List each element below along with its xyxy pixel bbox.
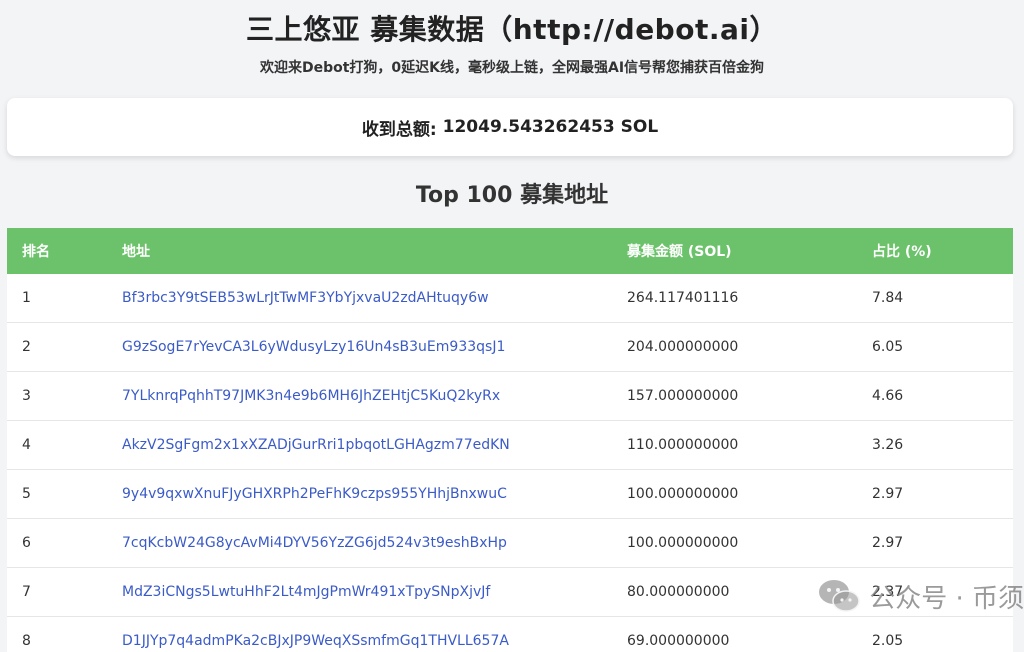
table-row: 6 7cqKcbW24G8ycAvMi4DYV56YzZG6jd524v3t9e… bbox=[7, 519, 1013, 568]
percent-cell: 7.84 bbox=[872, 290, 904, 306]
address-link[interactable]: D1JJYp7q4admPKa2cBJxJP9WeqXSsmfmGq1THVLL… bbox=[107, 633, 612, 649]
amount-cell: 204.000000000 bbox=[627, 339, 739, 355]
total-label: 收到总额: bbox=[361, 119, 437, 140]
rank-cell: 6 bbox=[22, 535, 31, 551]
amount-cell: 69.000000000 bbox=[627, 633, 730, 649]
page-subtitle: 欢迎来Debot打狗，0延迟K线，毫秒级上链，全网最强AI信号帮您捕获百倍金狗 bbox=[259, 60, 765, 76]
table-row: 2 G9zSogE7rYevCA3L6yWdusyLzy16Un4sB3uEm9… bbox=[7, 323, 1013, 372]
table-row: 3 7YLknrqPqhhT97JMK3n4e9b6MH6JhZEHtjC5Ku… bbox=[7, 372, 1013, 421]
amount-cell: 100.000000000 bbox=[627, 535, 739, 551]
rank-cell: 8 bbox=[22, 633, 31, 649]
section-title: Top 100 募集地址 bbox=[415, 183, 609, 208]
top-address-table: 排名 地址 募集金额 (SOL) 占比 (%) 1 Bf3rbc3Y9tSEB5… bbox=[7, 228, 1013, 652]
rank-cell: 4 bbox=[22, 437, 31, 453]
address-link[interactable]: AkzV2SgFgm2x1xXZADjGurRri1pbqotLGHAgzm77… bbox=[107, 437, 612, 453]
percent-cell: 4.66 bbox=[872, 388, 904, 404]
percent-cell: 2.97 bbox=[872, 535, 904, 551]
address-link[interactable]: G9zSogE7rYevCA3L6yWdusyLzy16Un4sB3uEm933… bbox=[107, 339, 612, 355]
rank-cell: 5 bbox=[22, 486, 31, 502]
address-link[interactable]: MdZ3iCNgs5LwtuHhF2Lt4mJgPmWr491xTpySNpXj… bbox=[107, 584, 612, 600]
total-summary-card: 收到总额: 12049.543262453 SOL bbox=[7, 98, 1013, 156]
rank-cell: 1 bbox=[22, 290, 31, 306]
address-link[interactable]: 9y4v9qxwXnuFJyGHXRPh2PeFhK9czps955YHhjBn… bbox=[107, 486, 612, 502]
page: 三上悠亚 募集数据（http://debot.ai） 欢迎来Debot打狗，0延… bbox=[0, 0, 1024, 652]
page-title: 三上悠亚 募集数据（http://debot.ai） bbox=[246, 13, 778, 46]
percent-cell: 2.97 bbox=[872, 486, 904, 502]
rank-cell: 7 bbox=[22, 584, 31, 600]
amount-cell: 110.000000000 bbox=[627, 437, 739, 453]
rank-cell: 3 bbox=[22, 388, 31, 404]
total-value: 12049.543262453 SOL bbox=[442, 117, 659, 137]
table-row: 1 Bf3rbc3Y9tSEB53wLrJtTwMF3YbYjxvaU2zdAH… bbox=[7, 274, 1013, 323]
percent-cell: 2.37 bbox=[872, 584, 904, 600]
table-header: 排名 地址 募集金额 (SOL) 占比 (%) bbox=[7, 228, 1013, 274]
table-row: 8 D1JJYp7q4admPKa2cBJxJP9WeqXSsmfmGq1THV… bbox=[7, 617, 1013, 652]
address-link[interactable]: Bf3rbc3Y9tSEB53wLrJtTwMF3YbYjxvaU2zdAHtu… bbox=[107, 290, 612, 306]
amount-cell: 100.000000000 bbox=[627, 486, 739, 502]
address-link[interactable]: 7YLknrqPqhhT97JMK3n4e9b6MH6JhZEHtjC5KuQ2… bbox=[107, 388, 612, 404]
table-row: 7 MdZ3iCNgs5LwtuHhF2Lt4mJgPmWr491xTpySNp… bbox=[7, 568, 1013, 617]
amount-cell: 157.000000000 bbox=[627, 388, 739, 404]
table-row: 5 9y4v9qxwXnuFJyGHXRPh2PeFhK9czps955YHhj… bbox=[7, 470, 1013, 519]
percent-cell: 2.05 bbox=[872, 633, 904, 649]
table-row: 4 AkzV2SgFgm2x1xXZADjGurRri1pbqotLGHAgzm… bbox=[7, 421, 1013, 470]
address-link[interactable]: 7cqKcbW24G8ycAvMi4DYV56YzZG6jd524v3t9esh… bbox=[107, 535, 612, 551]
percent-cell: 3.26 bbox=[872, 437, 904, 453]
column-header-address: 地址 bbox=[122, 244, 150, 260]
amount-cell: 80.000000000 bbox=[627, 584, 730, 600]
column-header-amount: 募集金额 (SOL) bbox=[627, 244, 732, 260]
percent-cell: 6.05 bbox=[872, 339, 904, 355]
amount-cell: 264.117401116 bbox=[627, 290, 739, 306]
column-header-percent: 占比 (%) bbox=[872, 244, 932, 260]
column-header-rank: 排名 bbox=[22, 244, 50, 260]
rank-cell: 2 bbox=[22, 339, 31, 355]
